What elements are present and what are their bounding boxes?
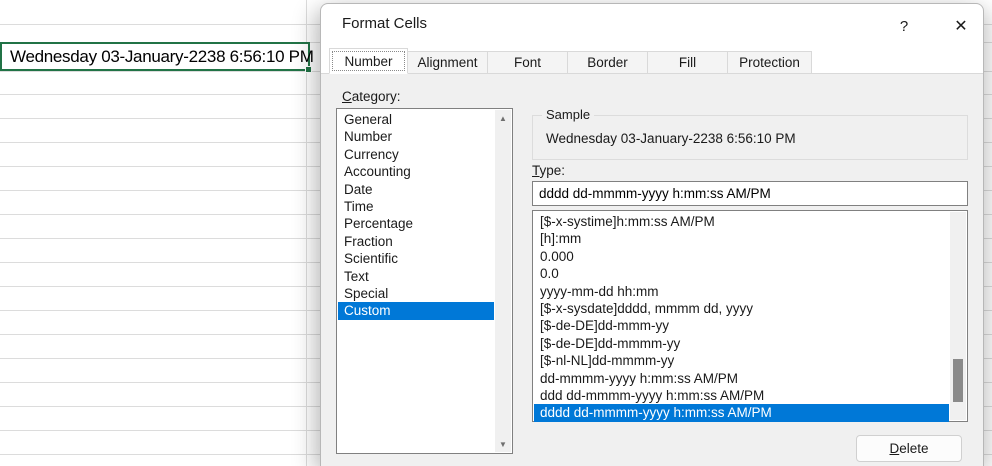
category-item[interactable]: Special (338, 285, 494, 302)
type-option[interactable]: yyyy-mm-dd hh:mm (534, 283, 949, 300)
scrollbar-thumb[interactable] (953, 359, 963, 402)
help-button[interactable]: ? (888, 10, 920, 42)
category-item[interactable]: Currency (338, 146, 494, 163)
type-option[interactable]: dd-mmmm-yyyy h:mm:ss AM/PM (534, 370, 949, 387)
close-icon: ✕ (954, 16, 967, 36)
tab-alignment[interactable]: Alignment (407, 51, 488, 74)
category-item[interactable]: General (338, 111, 494, 128)
category-item[interactable]: Accounting (338, 163, 494, 180)
delete-button[interactable]: Delete (856, 435, 962, 462)
close-button[interactable]: ✕ (945, 10, 977, 42)
tab-strip: Number Alignment Font Border Fill Protec… (330, 48, 812, 74)
type-option[interactable]: ddd dd-mmmm-yyyy h:mm:ss AM/PM (534, 387, 949, 404)
category-listbox[interactable]: General Number Currency Accounting Date … (336, 108, 513, 454)
scroll-down-icon[interactable]: ▼ (495, 436, 511, 452)
type-option[interactable]: [$-nl-NL]dd-mmmm-yy (534, 352, 949, 369)
sample-value: Wednesday 03-January-2238 6:56:10 PM (546, 131, 796, 146)
category-item[interactable]: Percentage (338, 215, 494, 232)
category-label: Category: (342, 89, 401, 104)
category-item[interactable]: Fraction (338, 233, 494, 250)
tab-fill[interactable]: Fill (647, 51, 728, 74)
format-cells-dialog: Format Cells ? ✕ Number Alignment Font B… (320, 3, 984, 466)
category-item[interactable]: Number (338, 128, 494, 145)
type-option[interactable]: 0.0 (534, 265, 949, 282)
cell-value: Wednesday 03-January-2238 6:56:10 PM (2, 47, 314, 67)
type-label: Type: (532, 163, 565, 178)
type-listbox[interactable]: [$-x-systime]h:mm:ss AM/PM [h]:mm 0.000 … (532, 210, 968, 422)
type-option[interactable]: [h]:mm (534, 230, 949, 247)
category-item[interactable]: Date (338, 181, 494, 198)
category-item[interactable]: Text (338, 268, 494, 285)
tab-protection[interactable]: Protection (727, 51, 812, 74)
category-item-selected[interactable]: Custom (338, 302, 494, 319)
type-input[interactable] (532, 181, 968, 206)
type-option[interactable]: 0.000 (534, 248, 949, 265)
type-option[interactable]: [$-de-DE]dd-mmm-yy (534, 317, 949, 334)
type-option[interactable]: [$-x-systime]h:mm:ss AM/PM (534, 213, 949, 230)
type-option-selected[interactable]: dddd dd-mmmm-yyyy h:mm:ss AM/PM (534, 404, 949, 421)
scroll-up-icon[interactable]: ▲ (495, 110, 511, 126)
selected-cell[interactable]: Wednesday 03-January-2238 6:56:10 PM (0, 42, 310, 71)
category-item[interactable]: Scientific (338, 250, 494, 267)
type-option[interactable]: [$-de-DE]dd-mmmm-yy (534, 335, 949, 352)
tab-number[interactable]: Number (329, 48, 408, 74)
category-scrollbar[interactable]: ▲ ▼ (495, 110, 511, 452)
tab-border[interactable]: Border (567, 51, 648, 74)
help-icon: ? (900, 18, 908, 35)
type-scrollbar[interactable] (950, 212, 966, 420)
sample-groupbox: Sample Wednesday 03-January-2238 6:56:10… (532, 115, 968, 160)
tab-font[interactable]: Font (487, 51, 568, 74)
fill-handle[interactable] (305, 66, 312, 73)
sample-label: Sample (542, 107, 594, 122)
type-option[interactable]: [$-x-sysdate]dddd, mmmm dd, yyyy (534, 300, 949, 317)
category-item[interactable]: Time (338, 198, 494, 215)
dialog-title: Format Cells (342, 15, 427, 32)
